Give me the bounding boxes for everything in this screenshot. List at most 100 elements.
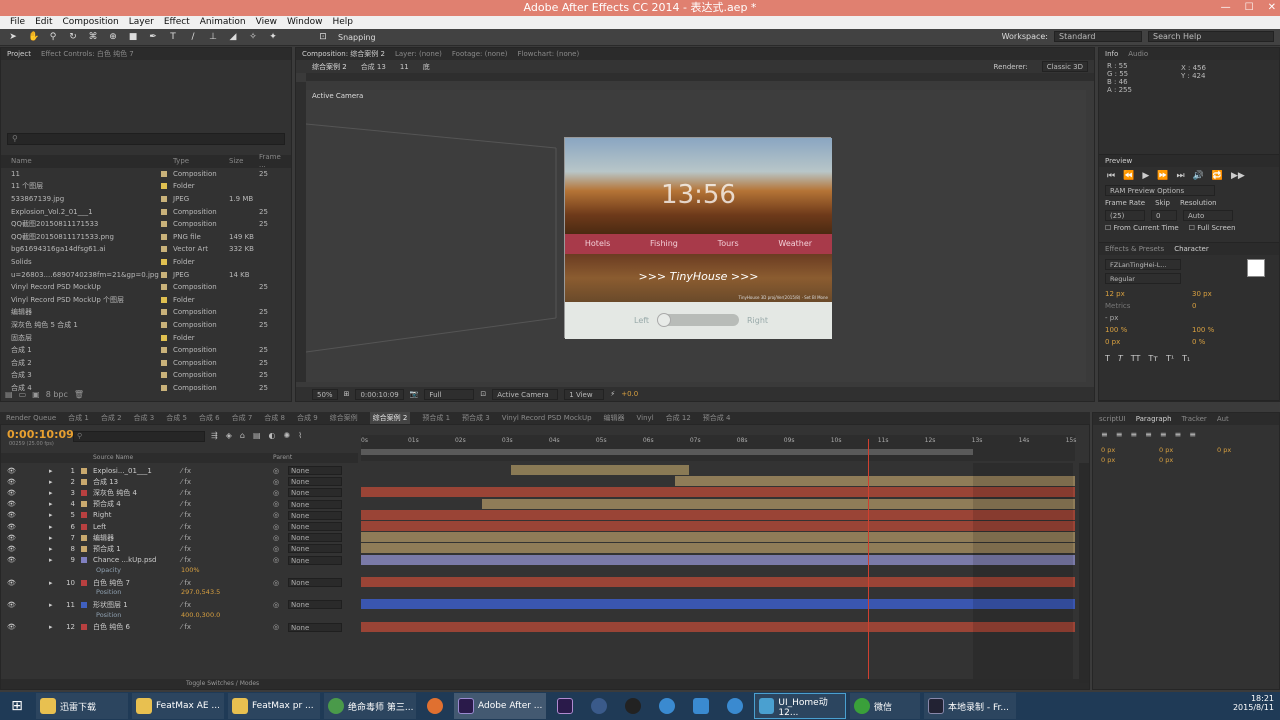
- layer-duration-bar[interactable]: [361, 543, 1075, 554]
- switches-icon[interactable]: ⁄ fx: [181, 523, 191, 531]
- selection-tool-icon[interactable]: ➤: [8, 32, 18, 42]
- snapping-icon[interactable]: ⊡: [318, 32, 328, 42]
- vertical-scale-field[interactable]: 100 %: [1105, 326, 1186, 334]
- indent-right-field[interactable]: 0 px: [1217, 446, 1271, 454]
- layer-row[interactable]: 👁 ▸ 11 形状图层 1 ⁄ fx ◎ None: [1, 599, 358, 610]
- tab-tracker[interactable]: Tracker: [1182, 413, 1207, 425]
- superscript-button[interactable]: T¹: [1166, 354, 1174, 363]
- shy-icon[interactable]: ⌂: [240, 431, 245, 440]
- layer-label-swatch[interactable]: [81, 512, 87, 519]
- roto-tool-icon[interactable]: ✧: [248, 32, 258, 42]
- project-item[interactable]: 合成 1 Composition 25: [1, 344, 291, 357]
- switches-icon[interactable]: ⁄ fx: [181, 545, 191, 553]
- comp-mini-flowchart-icon[interactable]: ⇶: [211, 431, 218, 440]
- menu-file[interactable]: File: [10, 16, 25, 29]
- time-ruler[interactable]: 0s 01s 02s 03s 04s 05s 06s 07s 08s 09s 10s 11s 12s 13…: [361, 435, 1076, 461]
- pickwhip-icon[interactable]: ◎: [273, 500, 279, 508]
- next-frame-icon[interactable]: ⏩: [1157, 171, 1168, 181]
- tab-character[interactable]: Character: [1174, 243, 1209, 255]
- label-swatch[interactable]: [161, 347, 167, 354]
- crumb-3[interactable]: 底: [423, 62, 430, 72]
- expand-icon[interactable]: ▸: [49, 545, 53, 553]
- timeline-tab[interactable]: 合成 2: [101, 412, 122, 424]
- project-item[interactable]: QQ截图20150811171533 Composition 25: [1, 218, 291, 231]
- font-family-select[interactable]: FZLanTingHei-L...: [1105, 259, 1181, 270]
- roi-icon[interactable]: ⊡: [480, 390, 486, 398]
- timeline-search-input[interactable]: ⚲: [73, 431, 205, 442]
- pickwhip-icon[interactable]: ◎: [273, 601, 279, 609]
- layer-label-swatch[interactable]: [81, 579, 87, 586]
- kerning-field[interactable]: Metrics: [1105, 302, 1186, 310]
- layer-duration-bar[interactable]: [361, 577, 1075, 587]
- timeline-tab[interactable]: 合成 12: [666, 412, 691, 424]
- layer-name[interactable]: 预合成 1: [93, 544, 193, 554]
- layer-row[interactable]: 👁 ▸ 4 预合成 4 ⁄ fx ◎ None: [1, 499, 358, 510]
- label-swatch[interactable]: [161, 233, 167, 240]
- label-swatch[interactable]: [161, 284, 167, 291]
- layer-duration-bar[interactable]: [361, 599, 1075, 610]
- eye-icon[interactable]: 👁: [7, 500, 16, 508]
- start-button[interactable]: ⊞: [2, 693, 32, 719]
- project-item[interactable]: Vinyl Record PSD MockUp Composition 25: [1, 281, 291, 294]
- task-wechat[interactable]: 微信: [850, 693, 920, 719]
- parent-select[interactable]: None: [288, 522, 342, 532]
- property-value[interactable]: 400.0,300.0: [181, 611, 220, 619]
- layer-name[interactable]: 白色 纯色 7: [93, 578, 193, 588]
- menu-window[interactable]: Window: [287, 16, 323, 29]
- menu-edit[interactable]: Edit: [35, 16, 52, 29]
- interpret-footage-icon[interactable]: ▤: [5, 390, 13, 399]
- switches-icon[interactable]: ⁄ fx: [181, 489, 191, 497]
- label-swatch[interactable]: [161, 334, 167, 341]
- tab-flowchart[interactable]: Flowchart: (none): [518, 48, 580, 60]
- layer-duration-bar[interactable]: [361, 532, 1075, 543]
- stroke-type-select[interactable]: [1192, 314, 1273, 322]
- task-ui-home[interactable]: UI_Home动12...: [754, 693, 846, 719]
- pickwhip-icon[interactable]: ◎: [273, 511, 279, 519]
- graph-editor-icon[interactable]: ⌇: [298, 431, 302, 440]
- parent-select[interactable]: None: [288, 477, 342, 487]
- menu-effect[interactable]: Effect: [164, 16, 190, 29]
- exposure-value[interactable]: +0.0: [621, 390, 638, 398]
- view-layout-select[interactable]: 1 View: [564, 388, 605, 400]
- tab-composition[interactable]: Composition: 综合案例 2: [302, 48, 385, 60]
- subscript-button[interactable]: T₁: [1182, 354, 1190, 363]
- timeline-tab[interactable]: 预合成 1: [422, 412, 450, 424]
- clone-tool-icon[interactable]: ⊥: [208, 32, 218, 42]
- eye-icon[interactable]: 👁: [7, 511, 16, 519]
- ram-preview-icon[interactable]: ▶▶: [1231, 171, 1245, 181]
- project-item[interactable]: 合成 2 Composition 25: [1, 357, 291, 370]
- pickwhip-icon[interactable]: ◎: [273, 545, 279, 553]
- layer-row[interactable]: 👁 ▸ 9 Chance ...kUp.psd ⁄ fx ◎ None: [1, 555, 358, 566]
- menu-layer[interactable]: Layer: [129, 16, 154, 29]
- switches-icon[interactable]: ⁄ fx: [181, 623, 191, 631]
- layer-row[interactable]: 👁 ▸ 12 白色 纯色 6 ⁄ fx ◎ None: [1, 622, 358, 633]
- project-item[interactable]: bg61694316ga14dfsg61.ai Vector Art 332 K…: [1, 243, 291, 256]
- timeline-tab[interactable]: 综合案例: [330, 412, 358, 424]
- layer-duration-bar[interactable]: [361, 554, 1075, 565]
- project-item[interactable]: Explosion_Vol.2_01___1 Composition 25: [1, 205, 291, 218]
- indent-first-field[interactable]: 0 px: [1159, 446, 1213, 454]
- label-swatch[interactable]: [161, 183, 167, 190]
- grid-icon[interactable]: ⊞: [344, 390, 350, 398]
- bpc-label[interactable]: 8 bpc: [46, 390, 68, 399]
- horizontal-scale-field[interactable]: 100 %: [1192, 326, 1273, 334]
- project-item[interactable]: 固态层 Folder: [1, 331, 291, 344]
- brush-tool-icon[interactable]: /: [188, 32, 198, 42]
- layer-name[interactable]: 深灰色 纯色 4: [93, 488, 193, 498]
- parent-select[interactable]: None: [288, 510, 342, 520]
- search-help-input[interactable]: Search Help: [1148, 31, 1274, 42]
- tab-audio[interactable]: Audio: [1128, 48, 1148, 60]
- layer-name[interactable]: Chance ...kUp.psd: [93, 556, 193, 564]
- new-comp-icon[interactable]: ▣: [32, 390, 40, 399]
- tab-effects-presets[interactable]: Effects & Presets: [1105, 243, 1164, 255]
- parent-select[interactable]: None: [288, 466, 342, 476]
- source-name-header[interactable]: Source Name: [93, 454, 133, 461]
- tab-paragraph[interactable]: Paragraph: [1136, 413, 1172, 425]
- project-item[interactable]: 11 个图层 Folder: [1, 180, 291, 193]
- label-swatch[interactable]: [161, 208, 167, 215]
- layer-name[interactable]: 合成 13: [93, 477, 193, 487]
- new-folder-icon[interactable]: ▭: [19, 390, 27, 399]
- playhead[interactable]: [867, 439, 869, 683]
- frame-rate-select[interactable]: (25): [1105, 210, 1145, 221]
- hand-tool-icon[interactable]: ✋: [28, 32, 39, 42]
